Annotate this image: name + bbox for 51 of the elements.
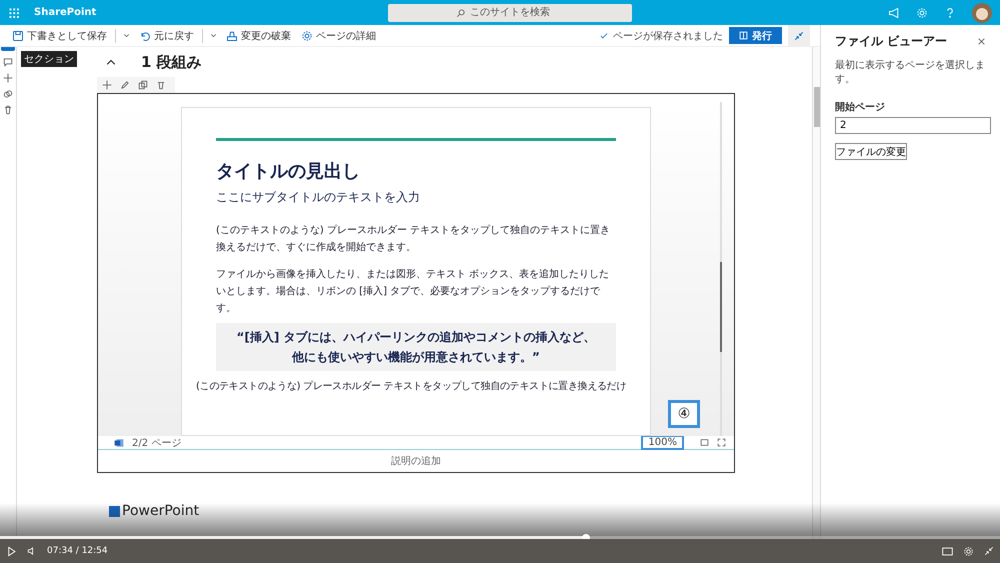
captions-icon [942, 546, 953, 556]
publish-button[interactable]: 発行 [729, 27, 782, 44]
start-page-field[interactable]: 2 [835, 117, 991, 134]
settings-icon [916, 6, 928, 18]
save-status: ページが保存されました [613, 30, 723, 42]
view-icon [700, 438, 709, 447]
discard-icon [226, 30, 238, 42]
gear-icon [301, 30, 313, 42]
close-icon [977, 37, 986, 46]
toolbar-button[interactable]: ページの詳細 [299, 28, 378, 42]
undo-icon [139, 30, 151, 42]
change-file-button[interactable]: ファイルの変更 [835, 143, 907, 160]
paragraph: (このテキストのような) プレースホルダー テキストをタップして独自のテキストに置き換えるだけで、すぐに作成を開始できます。 [216, 224, 612, 255]
comment-icon [3, 57, 13, 67]
section-heading: PowerPoint [122, 503, 200, 519]
trash-icon [156, 80, 166, 90]
collapse-icon [794, 30, 804, 40]
pencil-icon [120, 80, 130, 90]
square-bullet-icon [109, 506, 120, 516]
word-icon [114, 438, 124, 448]
play-icon [6, 546, 17, 556]
callout: ④ [668, 400, 700, 428]
save-icon [12, 30, 24, 42]
exit-fullscreen-icon [984, 546, 994, 556]
settings-icon [963, 546, 974, 556]
panel-description: 最初に表示するページを選択します。 [835, 58, 986, 86]
search-field[interactable]: このサイトを検索 [388, 4, 632, 22]
tooltip: セクション [21, 51, 77, 67]
megaphone-icon [888, 6, 900, 18]
toolbar-button[interactable]: 元に戻す [137, 28, 196, 42]
fullscreen-icon [717, 438, 726, 447]
collapse-button[interactable] [788, 24, 810, 46]
paragraph: ファイルから画像を挿入したり、または図形、テキスト ボックス、表を追加したりしたいとします。場合は、リボンの [挿入] タブで、必要なオプションをタップするだけです。 [216, 268, 610, 316]
zoom-level[interactable]: 100% [641, 435, 684, 450]
pull-quote: “[挿入] タブには、ハイパーリンクの追加やコメントの挿入など、他にも使いやすい機能が用意されています。” [216, 323, 616, 371]
toolbar-button[interactable]: 下書きとして保存 [10, 28, 109, 42]
check-icon [599, 30, 609, 40]
field-label: 開始ページ [835, 100, 886, 114]
app-launcher-icon [8, 6, 20, 18]
document-subtitle: ここにサブタイトルのテキストを入力 [216, 189, 421, 206]
avatar[interactable] [972, 2, 992, 22]
page-indicator: 2/2 ページ [132, 436, 182, 450]
columns-icon [739, 31, 748, 40]
trash-icon [3, 105, 13, 115]
search-icon [456, 8, 466, 18]
paragraph: (このテキストのような) プレースホルダー テキストをタップして独自のテキストに置き換えるだけ [196, 380, 628, 393]
document-title: タイトルの見出し [216, 160, 361, 183]
panel-title: ファイル ビューアー [835, 33, 948, 50]
section-title: 1 段組み [141, 52, 202, 72]
toolbar-button[interactable]: 変更の破棄 [224, 28, 293, 42]
playback-time: 07:34 / 12:54 [47, 546, 108, 556]
